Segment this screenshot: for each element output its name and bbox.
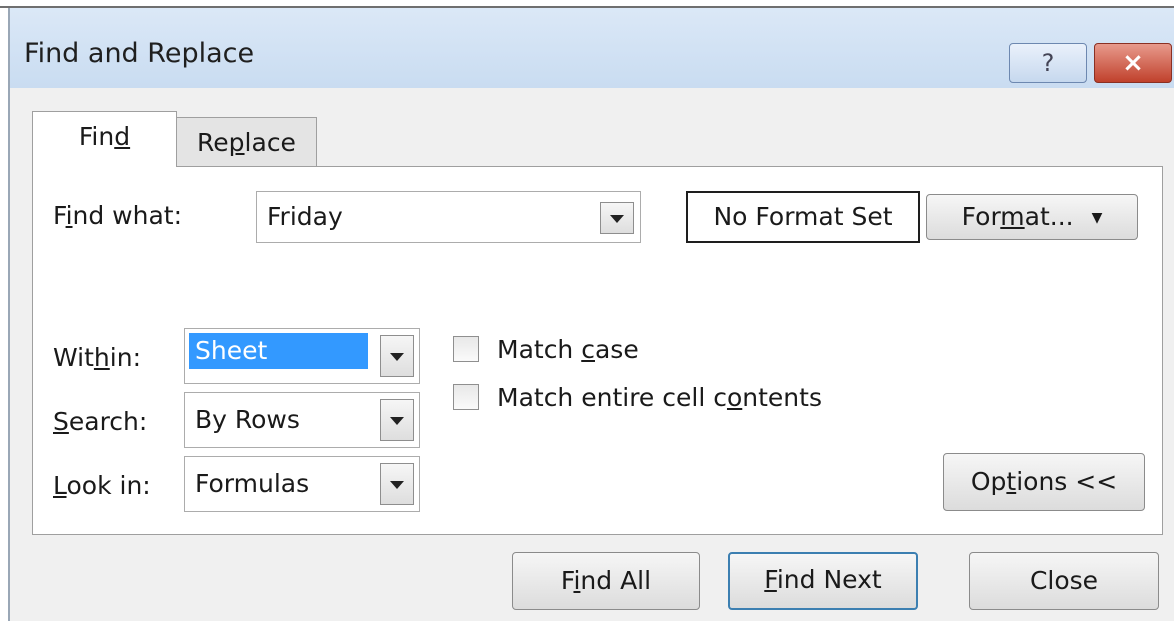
match-entire-checkbox[interactable] [453, 384, 479, 410]
window-close-button[interactable]: × [1094, 43, 1172, 83]
find-replace-dialog: Find and Replace ? × Find Replace Find w… [8, 8, 1174, 621]
help-button[interactable]: ? [1009, 43, 1087, 83]
background-window-edge [0, 0, 1174, 8]
options-button[interactable]: Options << [943, 453, 1145, 511]
within-label: Within: [53, 343, 141, 372]
options-button-label: Options << [970, 467, 1118, 496]
dialog-title: Find and Replace [24, 38, 255, 69]
close-button[interactable]: Close [969, 552, 1159, 610]
find-what-label: Find what: [53, 201, 183, 230]
look-in-combobox[interactable]: Formulas [184, 456, 420, 512]
search-value[interactable]: By Rows [195, 393, 300, 447]
format-button-label: Format... [961, 202, 1074, 231]
search-label: Search: [53, 407, 148, 436]
match-case-checkbox[interactable] [453, 336, 479, 362]
help-icon: ? [1041, 49, 1055, 77]
within-combobox[interactable]: Sheet [184, 328, 420, 384]
tab-replace[interactable]: Replace [177, 117, 317, 167]
format-preview: No Format Set [686, 191, 920, 243]
within-value[interactable]: Sheet [189, 333, 368, 369]
close-button-label: Close [1029, 566, 1099, 595]
find-what-combobox[interactable]: Friday [256, 191, 641, 243]
tab-replace-label: Replace [197, 128, 296, 157]
find-all-label: Find All [560, 566, 652, 595]
find-next-button[interactable]: Find Next [728, 552, 918, 610]
look-in-value[interactable]: Formulas [195, 457, 309, 511]
look-in-dropdown-icon[interactable] [380, 463, 414, 505]
search-dropdown-icon[interactable] [380, 399, 414, 441]
close-icon: × [1122, 48, 1144, 78]
find-what-dropdown-icon[interactable] [600, 202, 634, 234]
tab-find[interactable]: Find [32, 111, 177, 167]
match-entire-label[interactable]: Match entire cell contents [497, 383, 822, 412]
format-button[interactable]: Format... ▼ [926, 194, 1138, 240]
title-bar[interactable]: Find and Replace ? × [10, 8, 1174, 88]
match-case-label[interactable]: Match case [497, 335, 639, 364]
search-combobox[interactable]: By Rows [184, 392, 420, 448]
find-panel: Find what: Friday No Format Set Format..… [32, 166, 1163, 535]
look-in-label: Look in: [53, 471, 151, 500]
within-dropdown-icon[interactable] [380, 335, 414, 377]
tab-find-label: Find [78, 122, 131, 151]
chevron-down-icon: ▼ [1091, 210, 1103, 226]
find-all-button[interactable]: Find All [512, 552, 700, 610]
find-what-input[interactable]: Friday [267, 192, 343, 242]
find-next-label: Find Next [764, 565, 882, 594]
